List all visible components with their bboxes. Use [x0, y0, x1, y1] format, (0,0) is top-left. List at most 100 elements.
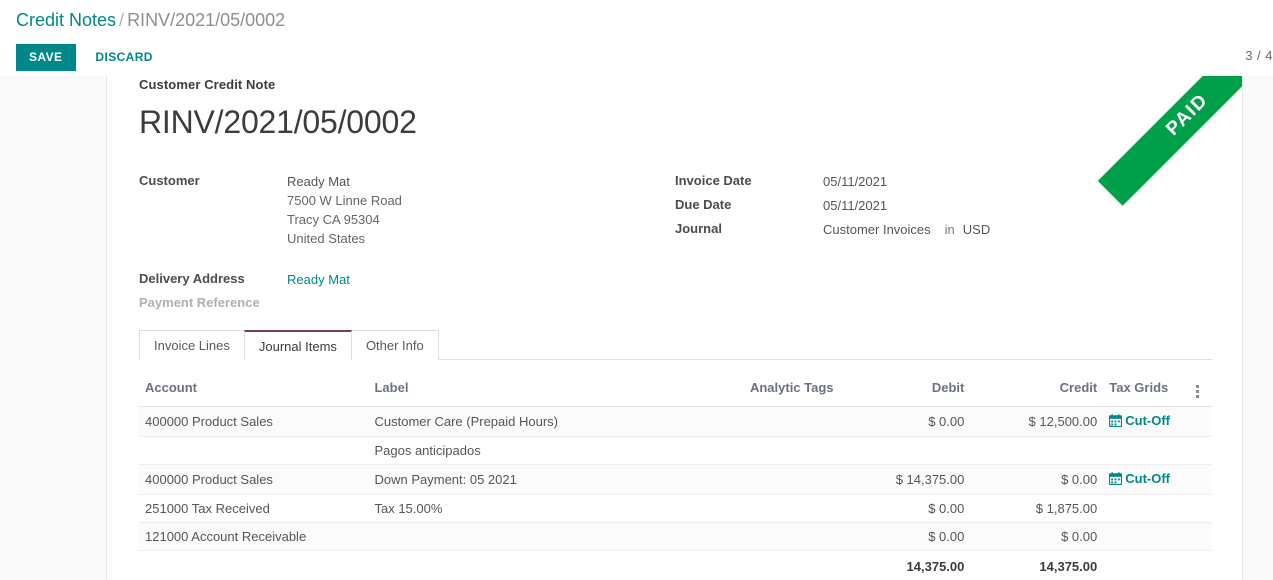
cell-row-options[interactable] — [1183, 522, 1212, 551]
cell-credit[interactable]: $ 0.00 — [970, 464, 1104, 495]
column-header-tax-grids[interactable]: Tax Grids — [1103, 376, 1184, 407]
column-header-credit[interactable]: Credit — [970, 376, 1104, 407]
customer-link[interactable]: Ready Mat — [287, 174, 350, 189]
cell-credit[interactable]: $ 1,875.00 — [970, 494, 1104, 523]
cell-account[interactable]: 400000 Product Sales — [139, 464, 369, 495]
cell-tax-grids[interactable]: Cut-Off — [1103, 464, 1184, 495]
breadcrumb-root-link[interactable]: Credit Notes — [16, 10, 116, 30]
table-row[interactable]: 400000 Product Sales Down Payment: 05 202… — [139, 464, 1212, 495]
cell-credit[interactable]: $ 12,500.00 — [970, 406, 1104, 437]
cut-off-label: Cut-Off — [1125, 471, 1170, 486]
cell-tax-grids[interactable] — [1103, 494, 1184, 523]
table-row[interactable]: 400000 Product Sales Customer Care (Prepa… — [139, 406, 1212, 437]
cell-tax-grids[interactable] — [1103, 436, 1184, 465]
cut-off-label: Cut-Off — [1125, 413, 1170, 428]
cell-label[interactable]: Down Payment: 05 2021 — [368, 464, 623, 495]
column-header-analytic-tags[interactable]: Analytic Tags — [622, 376, 840, 407]
cell-analytic-tags[interactable] — [622, 464, 840, 495]
customer-address-line-3: United States — [287, 231, 366, 246]
cell-tax-grids[interactable] — [1103, 522, 1184, 551]
invoice-date-label: Invoice Date — [675, 173, 752, 188]
column-options-header — [1183, 376, 1212, 407]
cut-off-tag[interactable]: Cut-Off — [1109, 413, 1170, 428]
cell-label[interactable]: Tax 15.00% — [368, 494, 623, 523]
journal-items-table-foot: 14,375.00 14,375.00 — [139, 550, 1212, 580]
customer-address-line-2: Tracy CA 95304 — [287, 212, 380, 227]
cell-label[interactable]: Pagos anticipados — [368, 436, 623, 465]
column-header-debit[interactable]: Debit — [839, 376, 971, 407]
due-date-value[interactable]: 05/11/2021 — [823, 196, 887, 215]
control-panel: Credit Notes / RINV/2021/05/0002 SAVE DISC… — [0, 0, 1273, 76]
tab-journal-items[interactable]: Journal Items — [243, 330, 352, 361]
tab-invoice-lines[interactable]: Invoice Lines — [139, 330, 245, 360]
cell-account[interactable] — [139, 436, 369, 465]
field-due-date: Due Date 05/11/2021 — [675, 196, 1175, 215]
delivery-address-link[interactable]: Ready Mat — [287, 270, 350, 289]
journal-items-table-body: 400000 Product Sales Customer Care (Prepa… — [139, 406, 1212, 551]
payment-reference-label: Payment Reference — [139, 295, 260, 310]
field-journal: Journal Customer Invoices in USD — [675, 220, 1175, 239]
totals-debit: 14,375.00 — [839, 550, 971, 580]
column-header-label[interactable]: Label — [368, 376, 623, 407]
cell-credit[interactable]: $ 0.00 — [970, 522, 1104, 551]
cell-tax-grids[interactable]: Cut-Off — [1103, 406, 1184, 437]
field-payment-reference: Payment Reference — [139, 294, 659, 313]
journal-items-table-head: Account Label Analytic Tags Debit Credit… — [139, 376, 1212, 407]
save-button[interactable]: SAVE — [16, 44, 77, 71]
journal-link[interactable]: Customer Invoices — [823, 222, 931, 237]
cell-analytic-tags[interactable] — [622, 406, 840, 437]
cell-analytic-tags[interactable] — [622, 494, 840, 523]
cell-debit[interactable]: $ 0.00 — [839, 406, 971, 437]
table-row[interactable]: 251000 Tax Received Tax 15.00% $ 0.00 $ 1,8… — [139, 494, 1212, 523]
calendar-icon — [1109, 472, 1123, 485]
cell-row-options[interactable] — [1183, 464, 1212, 495]
cell-debit[interactable] — [839, 436, 971, 465]
breadcrumb: Credit Notes / RINV/2021/05/0002 — [16, 7, 285, 33]
cell-credit[interactable] — [970, 436, 1104, 465]
totals-row: 14,375.00 14,375.00 — [139, 550, 1212, 580]
journal-in-word: in — [944, 222, 955, 237]
totals-spacer-options — [1183, 550, 1212, 580]
totals-spacer-taxgrids — [1103, 550, 1184, 580]
page-title: RINV/2021/05/0002 — [139, 104, 417, 140]
journal-label: Journal — [675, 221, 722, 236]
form-notebook-tabs: Invoice Lines Journal Items Other Info — [139, 330, 1212, 361]
cell-row-options[interactable] — [1183, 436, 1212, 465]
due-date-label: Due Date — [675, 197, 732, 212]
cell-analytic-tags[interactable] — [622, 436, 840, 465]
cell-account[interactable]: 121000 Account Receivable — [139, 522, 369, 551]
cell-account[interactable]: 400000 Product Sales — [139, 406, 369, 437]
cell-label[interactable] — [368, 522, 623, 551]
field-customer: Customer Ready Mat 7500 W Linne Road Tra… — [139, 172, 659, 248]
currency-link[interactable]: USD — [963, 222, 990, 237]
discard-button[interactable]: DISCARD — [91, 44, 156, 71]
fields-left-column: Customer Ready Mat 7500 W Linne Road Tra… — [139, 172, 659, 318]
record-pager[interactable]: 3 / 4 — [1245, 48, 1273, 63]
cell-debit[interactable]: $ 0.00 — [839, 494, 971, 523]
document-type-label: Customer Credit Note — [139, 77, 276, 92]
cell-label[interactable]: Customer Care (Prepaid Hours) — [368, 406, 623, 437]
table-row[interactable]: 121000 Account Receivable $ 0.00 $ 0.00 — [139, 522, 1212, 551]
vertical-dots-icon[interactable] — [1196, 385, 1200, 398]
table-header-row: Account Label Analytic Tags Debit Credit… — [139, 376, 1212, 407]
cell-row-options[interactable] — [1183, 494, 1212, 523]
journal-items-table: Account Label Analytic Tags Debit Credit… — [139, 376, 1212, 580]
cell-debit[interactable]: $ 0.00 — [839, 522, 971, 551]
totals-spacer-label — [368, 550, 623, 580]
form-sheet: PAID Customer Credit Note RINV/2021/05/0… — [106, 76, 1243, 580]
cell-analytic-tags[interactable] — [622, 522, 840, 551]
breadcrumb-separator: / — [119, 10, 125, 30]
cell-row-options[interactable] — [1183, 406, 1212, 437]
customer-address-line-1: 7500 W Linne Road — [287, 193, 402, 208]
form-action-buttons: SAVE DISCARD — [16, 44, 157, 71]
field-delivery-address: Delivery Address Ready Mat — [139, 270, 659, 289]
cell-account[interactable]: 251000 Tax Received — [139, 494, 369, 523]
table-row[interactable]: Pagos anticipados — [139, 436, 1212, 465]
tab-other-info[interactable]: Other Info — [350, 330, 439, 360]
totals-spacer-tags — [622, 550, 840, 580]
cut-off-tag[interactable]: Cut-Off — [1109, 471, 1170, 486]
invoice-date-value[interactable]: 05/11/2021 — [823, 172, 887, 191]
column-header-account[interactable]: Account — [139, 376, 369, 407]
journal-value-group: Customer Invoices in USD — [823, 220, 990, 239]
cell-debit[interactable]: $ 14,375.00 — [839, 464, 971, 495]
